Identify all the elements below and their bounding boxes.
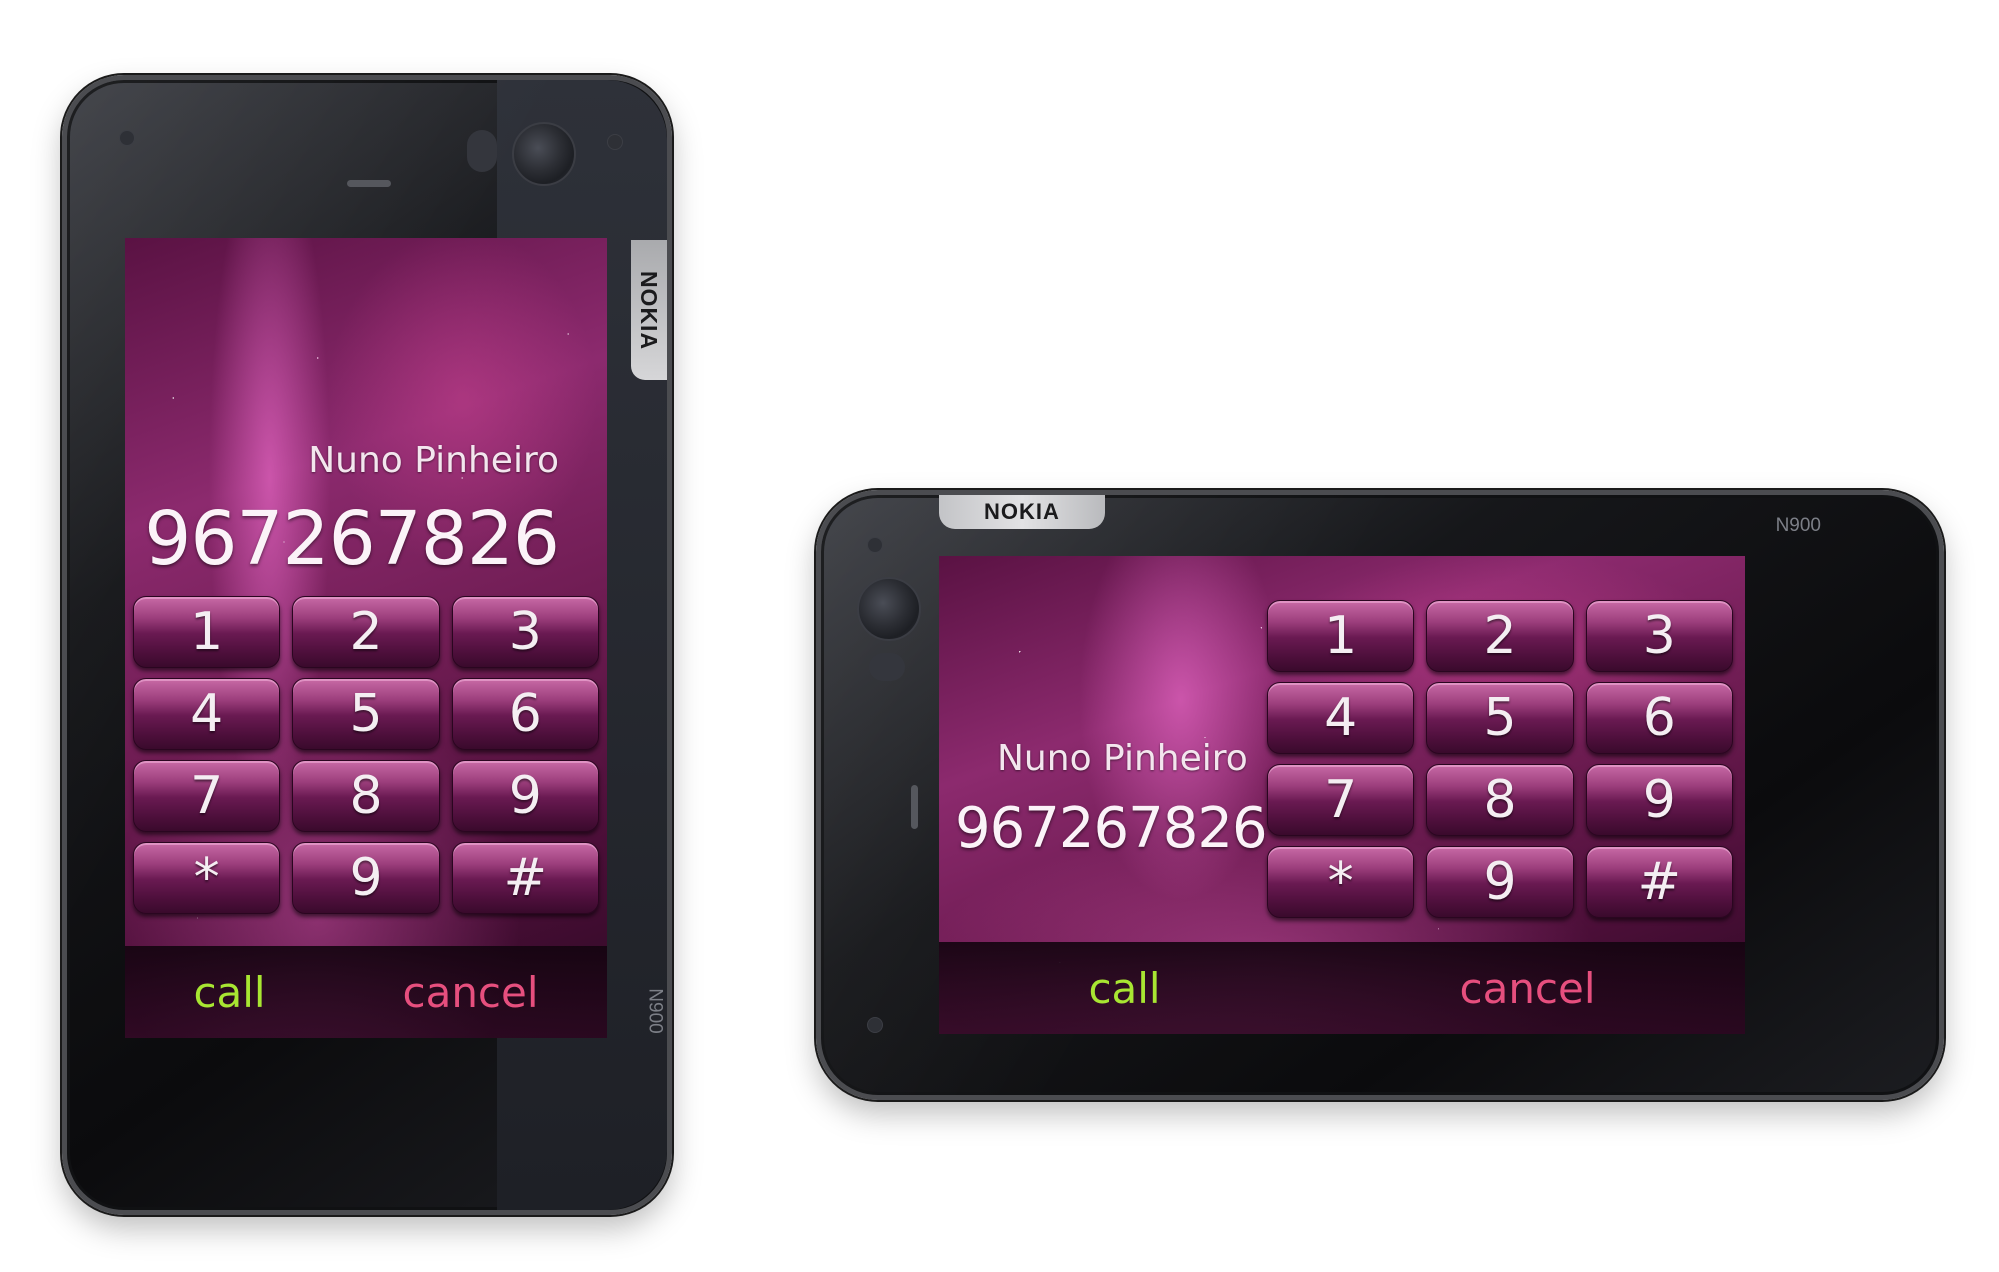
key-8[interactable]: 8 — [292, 760, 440, 832]
light-sensor-icon — [607, 134, 623, 150]
key-5[interactable]: 5 — [1426, 682, 1574, 754]
dialer-screen: Nuno Pinheiro 967267826 1 2 3 4 5 6 7 8 … — [939, 556, 1745, 1034]
action-bar: call cancel — [125, 946, 607, 1038]
key-star[interactable]: * — [133, 842, 281, 914]
nokia-logo: NOKIA — [939, 495, 1105, 529]
earpiece — [911, 785, 918, 829]
cancel-button[interactable]: cancel — [1459, 964, 1595, 1013]
key-2[interactable]: 2 — [1426, 600, 1574, 672]
key-4[interactable]: 4 — [133, 678, 281, 750]
key-9[interactable]: 9 — [1585, 764, 1733, 836]
phone-number: 967267826 — [955, 796, 1268, 861]
key-3[interactable]: 3 — [1585, 600, 1733, 672]
phone-portrait: NOKIA N900 Nuno Pinheiro 967267826 1 2 3… — [62, 75, 672, 1215]
contact-name: Nuno Pinheiro — [308, 440, 559, 481]
light-sensor-icon — [867, 537, 883, 553]
camera-lens-icon — [512, 122, 576, 186]
dial-keypad: 1 2 3 4 5 6 7 8 9 * 9 # — [1267, 600, 1733, 918]
action-bar: call cancel — [939, 942, 1745, 1034]
key-hash[interactable]: # — [1585, 846, 1733, 918]
key-7[interactable]: 7 — [133, 760, 281, 832]
call-button[interactable]: call — [1088, 964, 1160, 1013]
key-5[interactable]: 5 — [292, 678, 440, 750]
key-star[interactable]: * — [1267, 846, 1415, 918]
dial-keypad: 1 2 3 4 5 6 7 8 9 * 9 # — [133, 596, 599, 914]
proximity-sensor — [467, 130, 497, 172]
key-hash[interactable]: # — [451, 842, 599, 914]
phone-landscape: NOKIA N900 Nuno Pinheiro 967267826 1 2 3… — [816, 490, 1944, 1100]
key-6[interactable]: 6 — [451, 678, 599, 750]
model-label: N900 — [1775, 515, 1821, 536]
earpiece — [347, 180, 391, 187]
dialer-screen: Nuno Pinheiro 967267826 1 2 3 4 5 6 7 8 … — [125, 238, 607, 1038]
key-3[interactable]: 3 — [451, 596, 599, 668]
proximity-sensor — [869, 653, 905, 681]
call-button[interactable]: call — [193, 968, 265, 1017]
key-9-bottom[interactable]: 9 — [1426, 846, 1574, 918]
key-1[interactable]: 1 — [133, 596, 281, 668]
key-1[interactable]: 1 — [1267, 600, 1415, 672]
front-camera-icon — [867, 1017, 883, 1033]
phone-number: 967267826 — [144, 496, 560, 582]
key-6[interactable]: 6 — [1585, 682, 1733, 754]
key-9[interactable]: 9 — [451, 760, 599, 832]
cancel-button[interactable]: cancel — [402, 968, 538, 1017]
key-2[interactable]: 2 — [292, 596, 440, 668]
key-4[interactable]: 4 — [1267, 682, 1415, 754]
model-label: N900 — [644, 988, 666, 1034]
key-7[interactable]: 7 — [1267, 764, 1415, 836]
nokia-logo: NOKIA — [631, 240, 667, 380]
camera-lens-icon — [857, 577, 921, 641]
key-9-bottom[interactable]: 9 — [292, 842, 440, 914]
front-camera-icon — [119, 130, 135, 146]
contact-name: Nuno Pinheiro — [997, 738, 1248, 779]
key-8[interactable]: 8 — [1426, 764, 1574, 836]
